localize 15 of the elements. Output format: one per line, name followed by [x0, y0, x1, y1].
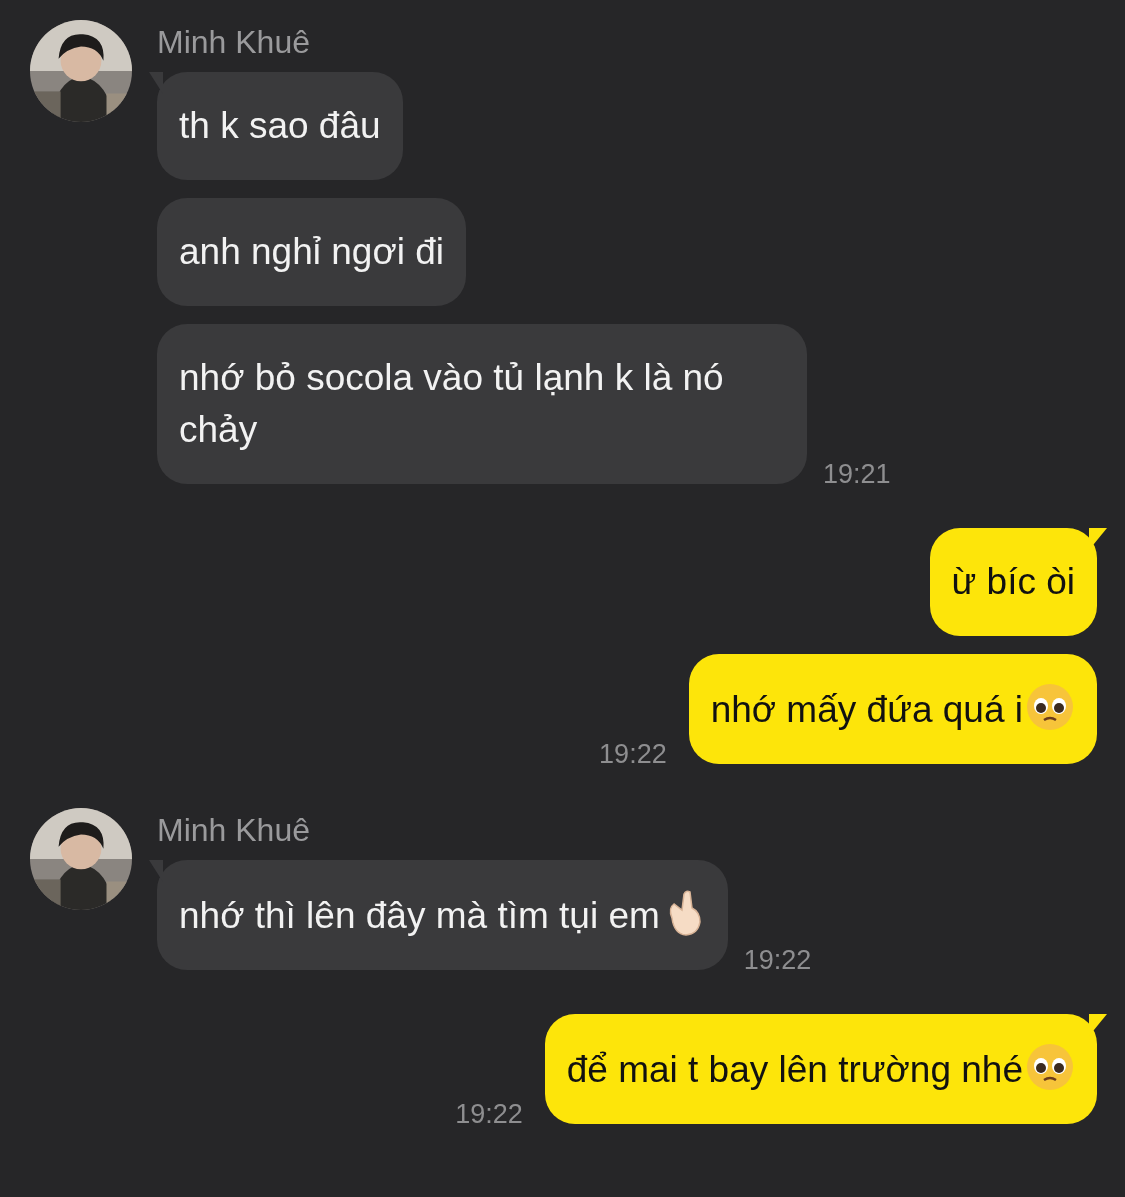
timestamp: 19:22	[743, 945, 812, 976]
message-text: nhớ thì lên đây mà tìm tụi em	[179, 895, 660, 936]
message-text: anh nghỉ ngơi đi	[179, 231, 444, 272]
timestamp: 19:21	[823, 459, 891, 490]
timestamp: 19:22	[599, 739, 667, 770]
pleading-face-icon	[1025, 682, 1075, 732]
message-text: th k sao đâu	[179, 105, 381, 146]
message-text: ừ bíc òi	[951, 561, 1075, 602]
sender-name: Minh Khuê	[157, 23, 310, 62]
message-text: nhớ mấy đứa quá i	[710, 689, 1023, 730]
timestamp: 19:22	[455, 1099, 523, 1130]
pleading-face-icon	[1025, 1042, 1075, 1092]
message-text: nhớ bỏ socola vào tủ lạnh k là nó chảy	[179, 357, 724, 450]
sender-name: Minh Khuê	[157, 811, 310, 850]
message-text: để mai t bay lên trường nhé	[566, 1049, 1023, 1090]
